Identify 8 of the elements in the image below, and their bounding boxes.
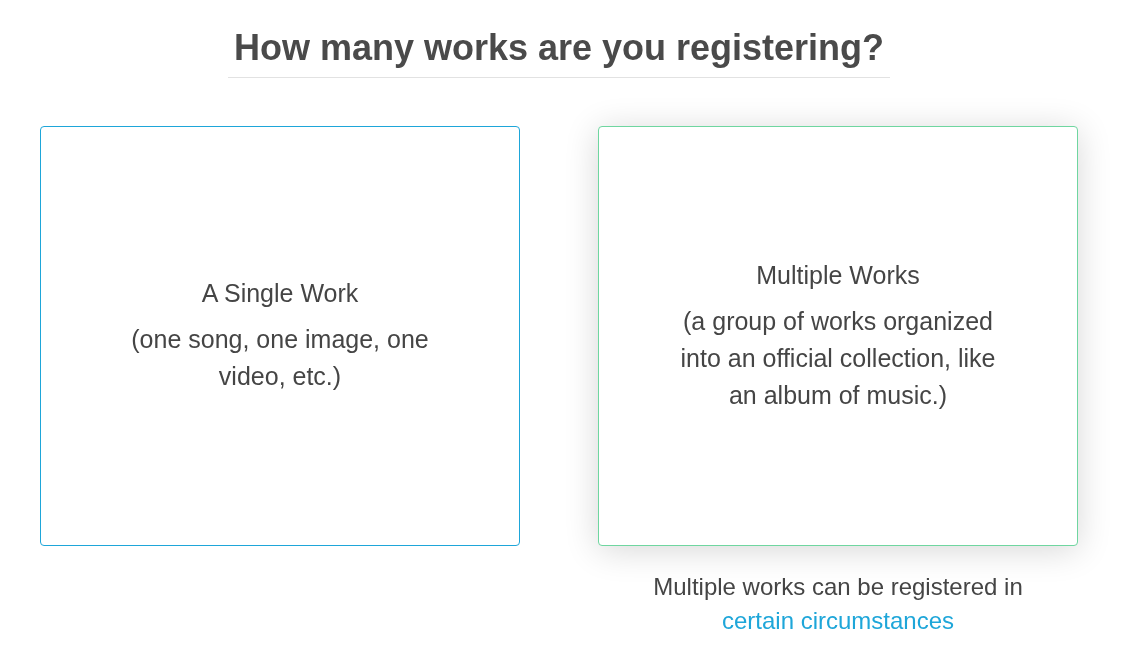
note-text: Multiple works can be registered in certain circumstances (652, 572, 1024, 636)
option-description: (one song, one image, one video, etc.) (130, 324, 430, 392)
page-heading: How many works are you registering? (227, 28, 891, 78)
option-card[interactable]: A Single Work (one song, one image, one video, etc.) (40, 126, 520, 546)
option-card[interactable]: Multiple Works (a group of works organized into an official collection, like an album of music.) (598, 126, 1078, 546)
option-title: Multiple Works (756, 259, 920, 291)
option-title: A Single Work (201, 278, 359, 309)
option-description: (a group of works organized into an official collection, like an album of music.) (679, 305, 997, 411)
